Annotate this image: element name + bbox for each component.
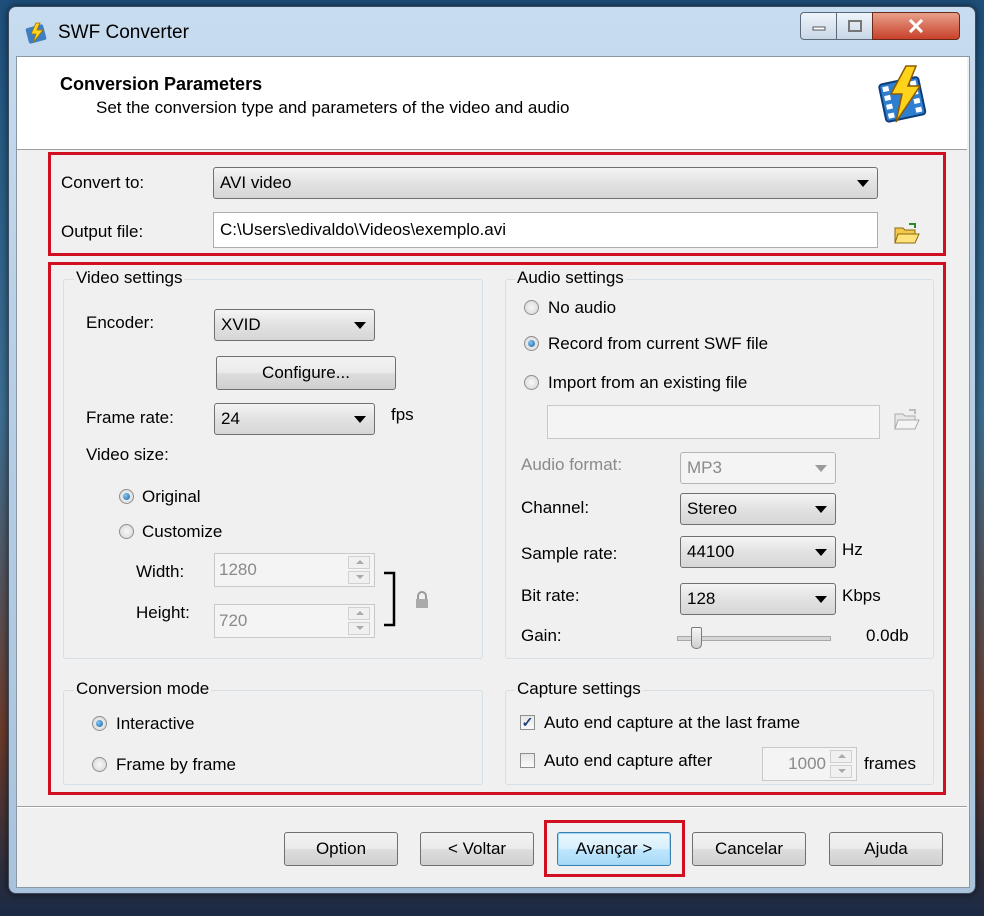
channel-value: Stereo xyxy=(687,499,738,518)
sample-rate-label: Sample rate: xyxy=(521,544,618,563)
gain-slider-thumb[interactable] xyxy=(691,627,703,649)
bit-rate-label: Bit rate: xyxy=(521,586,580,605)
frames-value: 1000 xyxy=(788,754,826,773)
bit-rate-value: 128 xyxy=(687,589,716,608)
customize-label[interactable]: Customize xyxy=(142,522,222,542)
customize-radio[interactable] xyxy=(119,524,134,539)
encoder-select[interactable]: XVID xyxy=(214,309,375,341)
original-radio[interactable] xyxy=(119,489,134,504)
page-title: Conversion Parameters xyxy=(60,74,263,94)
conversion-logo-icon xyxy=(878,65,927,123)
video-settings-title: Video settings xyxy=(74,268,185,288)
window-title: SWF Converter xyxy=(58,22,189,43)
spin-down-icon[interactable] xyxy=(348,621,370,635)
frame-rate-value: 24 xyxy=(221,409,240,428)
maximize-icon xyxy=(848,20,862,32)
fps-unit: fps xyxy=(391,405,414,424)
app-icon xyxy=(25,22,47,44)
chevron-down-icon xyxy=(815,506,827,513)
import-file-label[interactable]: Import from an existing file xyxy=(548,373,747,393)
channel-label: Channel: xyxy=(521,498,590,517)
spin-down-icon[interactable] xyxy=(348,570,370,584)
chevron-down-icon xyxy=(354,322,366,329)
sample-rate-select[interactable]: 44100 xyxy=(680,536,836,568)
chevron-down-icon xyxy=(815,465,827,472)
original-label[interactable]: Original xyxy=(142,487,201,507)
maximize-button[interactable] xyxy=(836,12,874,40)
close-icon xyxy=(908,19,924,33)
frame-rate-select[interactable]: 24 xyxy=(214,403,375,435)
cancel-button[interactable]: Cancelar xyxy=(692,832,806,866)
auto-end-after-label[interactable]: Auto end capture after xyxy=(544,751,712,771)
configure-button[interactable]: Configure... xyxy=(216,356,396,390)
output-file-input[interactable]: C:\Users\edivaldo\Videos\exemplo.avi xyxy=(213,212,878,248)
auto-end-last-label[interactable]: Auto end capture at the last frame xyxy=(544,713,800,733)
convert-to-select[interactable]: AVI video xyxy=(213,167,878,199)
capture-settings-title: Capture settings xyxy=(515,679,643,699)
bit-rate-select[interactable]: 128 xyxy=(680,583,836,615)
height-label: Height: xyxy=(136,603,190,622)
width-spinner[interactable]: 1280 xyxy=(214,553,375,587)
record-swf-radio[interactable] xyxy=(524,336,539,351)
audio-format-select[interactable]: MP3 xyxy=(680,452,836,484)
back-button[interactable]: < Voltar xyxy=(420,832,534,866)
next-button[interactable]: Avançar > xyxy=(557,832,671,866)
height-value: 720 xyxy=(219,611,248,630)
spin-up-icon[interactable] xyxy=(348,607,370,621)
option-button[interactable]: Option xyxy=(284,832,398,866)
width-value: 1280 xyxy=(219,560,257,579)
minimize-button[interactable] xyxy=(800,12,838,40)
chevron-down-icon xyxy=(815,549,827,556)
audio-settings-title: Audio settings xyxy=(515,268,626,288)
height-spinner[interactable]: 720 xyxy=(214,604,375,638)
page-subtitle: Set the conversion type and parameters o… xyxy=(96,98,570,117)
help-button[interactable]: Ajuda xyxy=(829,832,943,866)
interactive-radio[interactable] xyxy=(92,716,107,731)
browse-audio-folder-icon[interactable] xyxy=(893,408,921,432)
sample-rate-value: 44100 xyxy=(687,542,735,561)
import-file-radio[interactable] xyxy=(524,375,539,390)
record-swf-label[interactable]: Record from current SWF file xyxy=(548,334,768,354)
video-size-label: Video size: xyxy=(86,445,169,464)
aspect-link-bracket xyxy=(384,571,396,627)
width-label: Width: xyxy=(136,562,185,581)
gain-value: 0.0db xyxy=(866,626,909,645)
browse-folder-icon[interactable] xyxy=(893,222,921,246)
convert-to-label: Convert to: xyxy=(61,173,145,192)
conversion-mode-title: Conversion mode xyxy=(74,679,212,699)
sample-rate-unit: Hz xyxy=(842,540,863,559)
auto-end-last-checkbox[interactable]: ✓ xyxy=(520,715,535,730)
chevron-down-icon xyxy=(815,596,827,603)
convert-to-value: AVI video xyxy=(220,173,292,192)
frames-spinner[interactable]: 1000 xyxy=(762,747,857,781)
encoder-value: XVID xyxy=(221,315,261,334)
import-file-input[interactable] xyxy=(547,405,880,439)
frame-rate-label: Frame rate: xyxy=(86,408,174,427)
gain-label: Gain: xyxy=(521,626,562,645)
frame-by-frame-label[interactable]: Frame by frame xyxy=(116,755,236,775)
footer-divider xyxy=(17,806,967,808)
audio-format-label: Audio format: xyxy=(521,455,623,474)
encoder-label: Encoder: xyxy=(86,313,155,332)
audio-format-value: MP3 xyxy=(687,458,722,477)
channel-select[interactable]: Stereo xyxy=(680,493,836,525)
close-button[interactable] xyxy=(872,12,960,40)
chevron-down-icon xyxy=(354,416,366,423)
bit-rate-unit: Kbps xyxy=(842,586,881,605)
frames-unit: frames xyxy=(864,754,916,773)
lock-icon[interactable] xyxy=(415,591,429,609)
minimize-icon xyxy=(812,26,826,31)
interactive-label[interactable]: Interactive xyxy=(116,714,194,734)
output-file-label: Output file: xyxy=(61,222,144,241)
auto-end-after-checkbox[interactable] xyxy=(520,753,535,768)
output-file-value: C:\Users\edivaldo\Videos\exemplo.avi xyxy=(220,220,506,239)
spin-up-icon[interactable] xyxy=(348,556,370,570)
no-audio-radio[interactable] xyxy=(524,300,539,315)
spin-up-icon[interactable] xyxy=(830,750,852,764)
no-audio-label[interactable]: No audio xyxy=(548,298,616,318)
window-controls xyxy=(800,12,960,40)
chevron-down-icon xyxy=(857,180,869,187)
spin-down-icon[interactable] xyxy=(830,764,852,778)
frame-by-frame-radio[interactable] xyxy=(92,757,107,772)
